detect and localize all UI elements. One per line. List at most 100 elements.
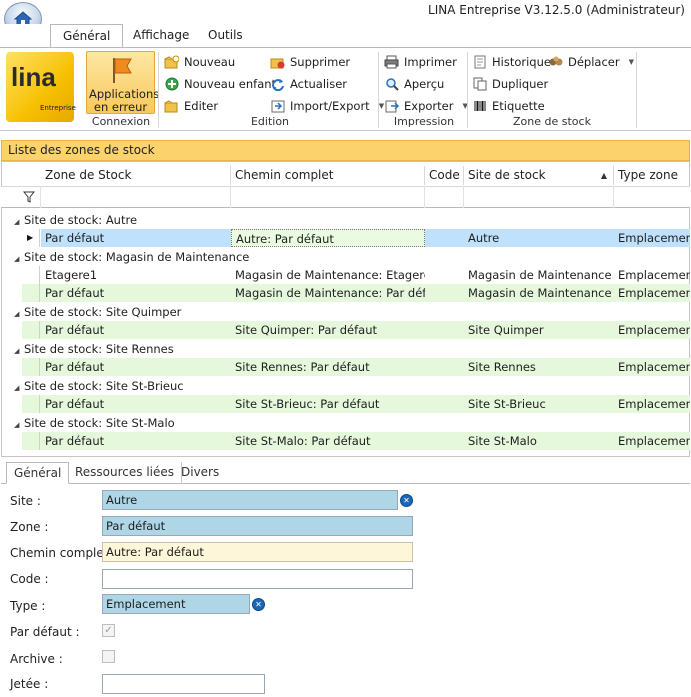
apercu-button[interactable]: Aperçu	[384, 74, 444, 93]
imprimer-button[interactable]: Imprimer	[384, 52, 457, 71]
group-row[interactable]: ◢ Site de stock: Site St-Malo	[14, 414, 690, 432]
filter-cell-chemin[interactable]	[231, 186, 425, 208]
imprimer-label: Imprimer	[404, 54, 457, 69]
archive-checkbox[interactable]	[102, 650, 115, 663]
ribbon: lina Entreprise Applications en erreur C…	[0, 47, 691, 131]
import-export-label: Import/Export	[290, 98, 370, 113]
cell-code	[425, 395, 464, 413]
row-indicator	[22, 266, 40, 284]
tab-general[interactable]: Général	[50, 24, 124, 49]
cell-chemin: Magasin de Maintenance: Par défaut	[235, 286, 425, 300]
historique-button[interactable]: Historique	[472, 52, 551, 71]
group-label: Site de stock: Site St-Malo	[24, 416, 175, 430]
window-title: LINA Entreprise V3.12.5.0 (Administrateu…	[428, 3, 685, 17]
supprimer-button[interactable]: Supprimer	[270, 52, 350, 71]
add-child-icon	[164, 76, 179, 91]
cell-site: Site Rennes	[468, 360, 536, 374]
group-row[interactable]: ◢ Site de stock: Autre	[14, 211, 690, 229]
tab-outils[interactable]: Outils	[196, 24, 255, 48]
filter-button[interactable]	[1, 186, 41, 208]
history-icon	[472, 54, 487, 69]
jetee-field[interactable]	[102, 674, 265, 694]
group-label: Site de stock: Site Rennes	[24, 342, 174, 356]
column-header-chemin[interactable]: Chemin complet	[231, 166, 425, 185]
cell-chemin: Site Quimper: Par défaut	[235, 323, 378, 337]
exporter-button[interactable]: Exporter ▼	[384, 96, 468, 115]
actualiser-button[interactable]: Actualiser	[270, 74, 347, 93]
group-row[interactable]: ◢ Site de stock: Site St-Brieuc	[14, 377, 690, 395]
zone-field[interactable]: Par défaut	[102, 516, 413, 536]
cell-chemin: Site St-Malo: Par défaut	[235, 434, 371, 448]
printer-icon	[384, 54, 399, 69]
tab-affichage[interactable]: Affichage	[121, 24, 201, 48]
group-label-zone-stock: Zone de stock	[513, 115, 591, 128]
flag-icon	[112, 58, 132, 83]
filter-cell-site[interactable]	[464, 186, 614, 208]
deplacer-label: Déplacer	[568, 54, 620, 69]
code-field[interactable]	[102, 569, 413, 589]
editer-label: Editer	[184, 98, 219, 113]
export-icon	[384, 98, 399, 113]
table-row[interactable]: ▶ Par défaut Autre: Par défaut Autre Emp…	[22, 229, 690, 247]
group-label: Site de stock: Site St-Brieuc	[24, 379, 184, 393]
supprimer-label: Supprimer	[290, 54, 351, 69]
table-row[interactable]: Etagere1 Magasin de Maintenance: Etagere…	[22, 266, 690, 284]
group-label-impression: Impression	[393, 115, 455, 128]
site-field[interactable]: Autre	[102, 490, 398, 510]
cell-site: Site St-Brieuc	[468, 397, 546, 411]
dupliquer-button[interactable]: Dupliquer	[472, 74, 548, 93]
group-row[interactable]: ◢ Site de stock: Site Rennes	[14, 340, 690, 358]
cell-zone: Par défaut	[45, 397, 105, 411]
group-label: Site de stock: Autre	[24, 213, 138, 227]
table-row[interactable]: Par défaut Site St-Brieuc: Par défaut Si…	[22, 395, 690, 413]
editer-button[interactable]: Editer	[164, 96, 218, 115]
label-zone: Zone :	[10, 520, 49, 534]
move-icon	[548, 54, 563, 69]
table-row[interactable]: Par défaut Site Quimper: Par défaut Site…	[22, 321, 690, 339]
current-row-icon: ▶	[27, 233, 34, 242]
group-row[interactable]: ◢ Site de stock: Site Quimper	[14, 303, 690, 321]
filter-cell-type[interactable]	[614, 186, 690, 208]
filter-cell-code[interactable]	[425, 186, 464, 208]
column-header-code[interactable]: Code	[425, 166, 464, 185]
cell-type: Emplacement	[614, 229, 690, 247]
filter-cell-zone[interactable]	[41, 186, 231, 208]
cell-chemin: Site St-Brieuc: Par défaut	[235, 397, 380, 411]
nouveau-button[interactable]: Nouveau	[164, 52, 235, 71]
import-export-button[interactable]: Import/Export ▼	[270, 96, 384, 115]
apps-error-button[interactable]: Applications en erreur	[86, 51, 159, 114]
nouveau-enfant-label: Nouveau enfant	[184, 76, 277, 91]
cell-code	[425, 432, 464, 450]
cell-zone: Par défaut	[45, 323, 105, 337]
column-header-zone[interactable]: Zone de Stock	[41, 166, 231, 185]
clear-site-icon[interactable]: ✕	[400, 494, 413, 507]
cell-type: Emplacement	[618, 323, 690, 337]
table-row[interactable]: Par défaut Magasin de Maintenance: Par d…	[22, 284, 690, 302]
deplacer-button[interactable]: Déplacer ▼	[548, 52, 634, 71]
chemin-field[interactable]: Autre: Par défaut	[102, 542, 413, 562]
cell-zone: Par défaut	[45, 434, 105, 448]
etiquette-label: Etiquette	[492, 98, 545, 113]
tab-ressources-liees[interactable]: Ressources liées	[68, 462, 183, 484]
cell-code	[425, 321, 464, 339]
tab-divers[interactable]: Divers	[174, 462, 226, 484]
clear-type-icon[interactable]: ✕	[252, 598, 265, 611]
row-indicator	[22, 358, 40, 376]
group-label: Site de stock: Magasin de Maintenance	[24, 250, 250, 264]
dupliquer-label: Dupliquer	[492, 76, 549, 91]
tab-detail-general[interactable]: Général	[6, 462, 70, 484]
etiquette-button[interactable]: Etiquette	[472, 96, 545, 115]
nouveau-enfant-button[interactable]: Nouveau enfant	[164, 74, 276, 93]
label-code: Code :	[10, 572, 49, 586]
historique-label: Historique	[492, 54, 551, 69]
column-header-type[interactable]: Type zone	[614, 166, 690, 185]
table-row[interactable]: Par défaut Site Rennes: Par défaut Site …	[22, 358, 690, 376]
group-row[interactable]: ◢ Site de stock: Magasin de Maintenance	[14, 248, 690, 266]
column-header-site-label: Site de stock	[468, 168, 546, 182]
column-header-site[interactable]: Site de stock ▲	[464, 166, 614, 185]
par-defaut-checkbox[interactable]: ✓	[102, 624, 115, 637]
table-row[interactable]: Par défaut Site St-Malo: Par défaut Site…	[22, 432, 690, 450]
type-field[interactable]: Emplacement	[102, 594, 250, 614]
cell-type: Emplacement	[618, 286, 690, 300]
cell-code	[425, 358, 464, 376]
